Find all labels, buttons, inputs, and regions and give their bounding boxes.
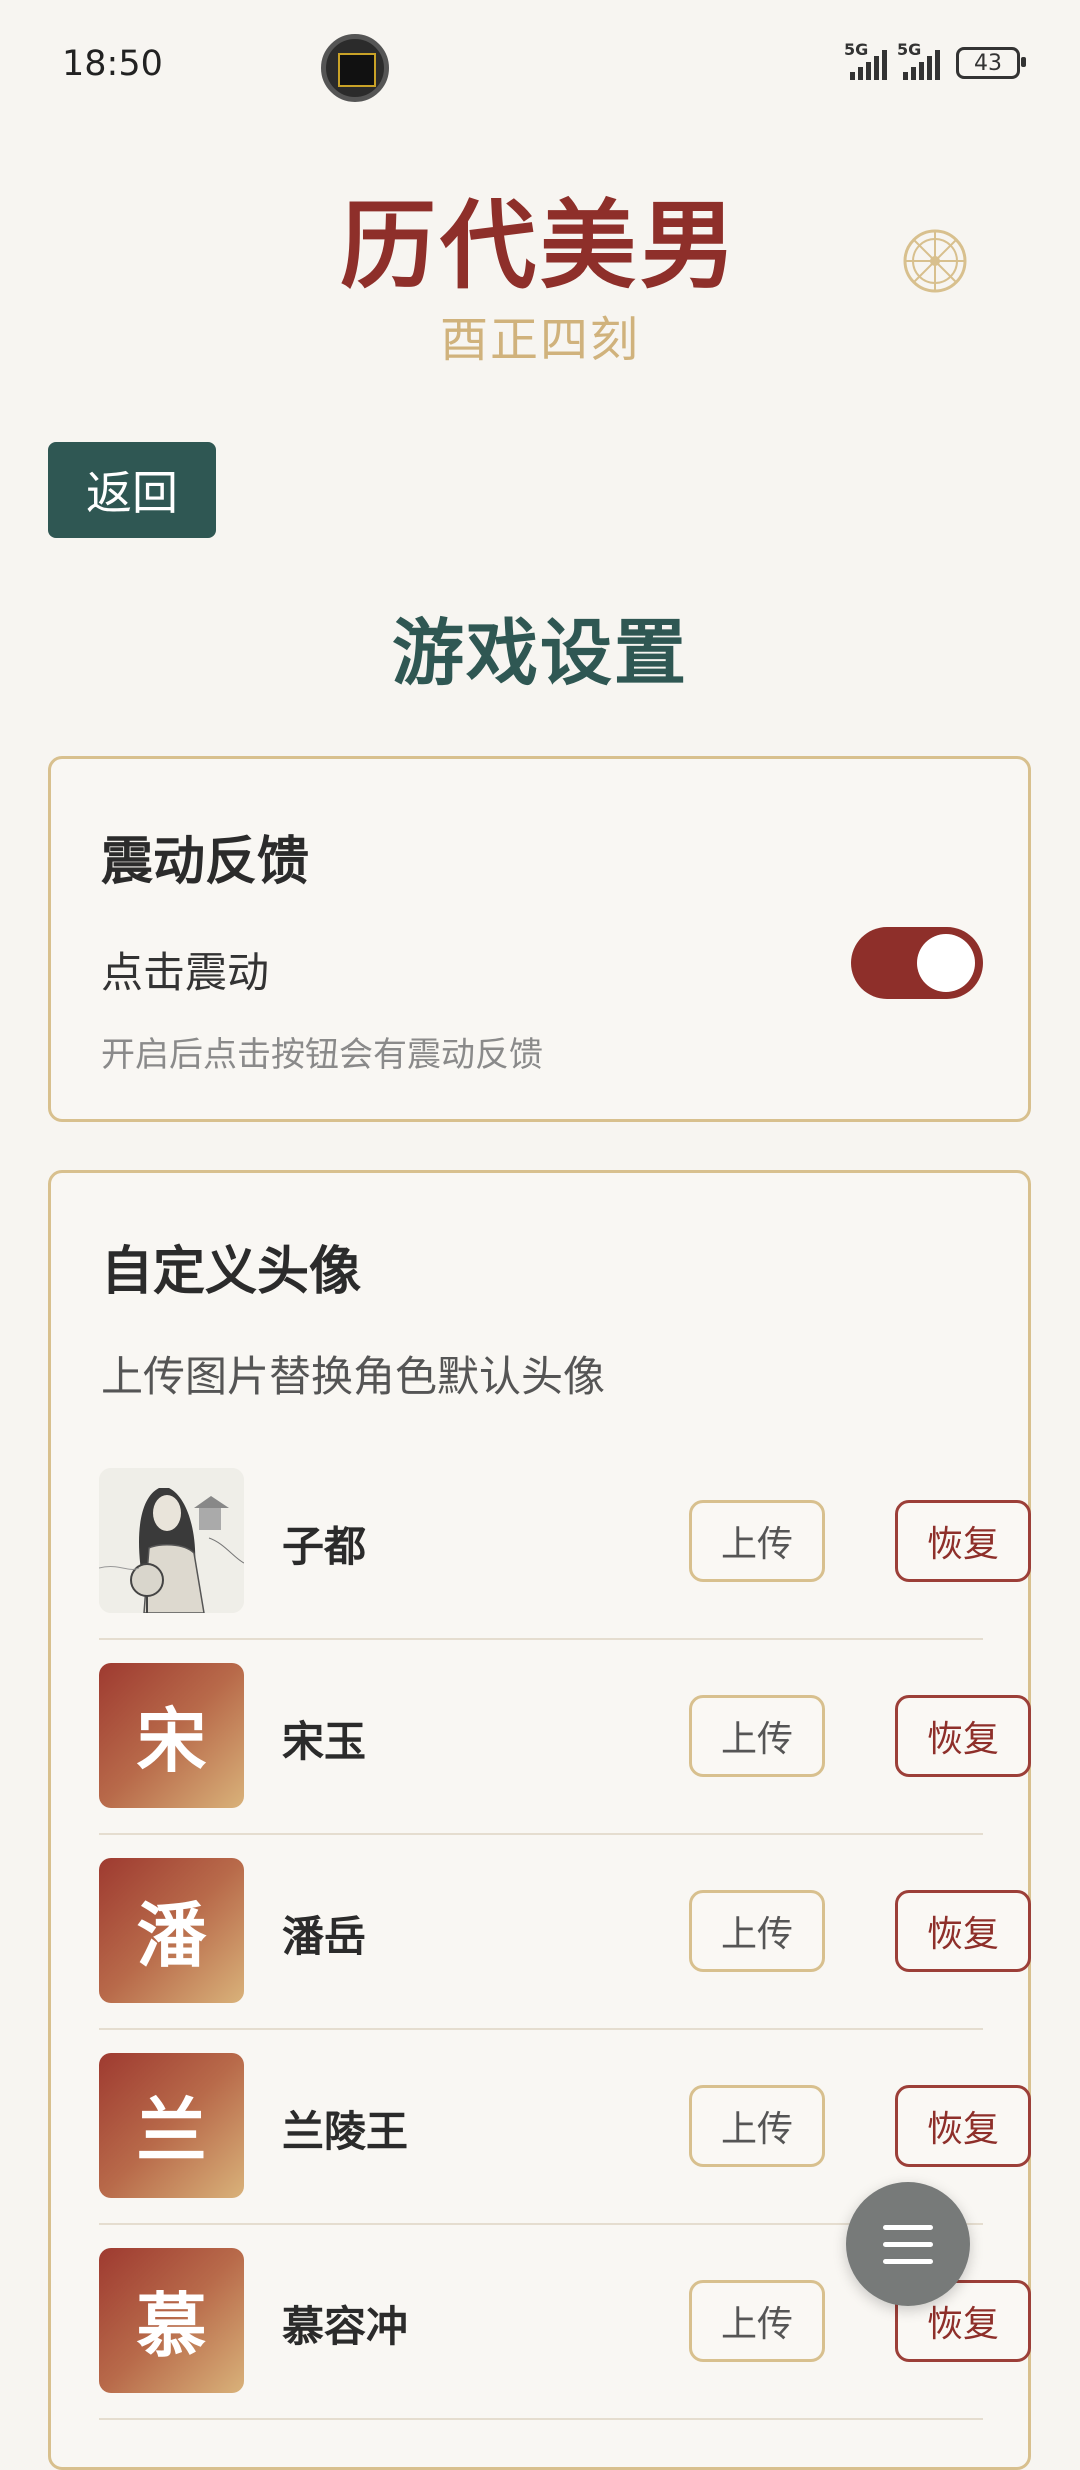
restore-button[interactable]: 恢复 xyxy=(895,2085,1031,2167)
vibration-label: 点击震动 xyxy=(101,948,270,997)
upload-button[interactable]: 上传 xyxy=(689,1890,825,1972)
signal-icon: 5G xyxy=(897,40,940,80)
character-name: 兰陵王 xyxy=(282,2107,409,2156)
character-name: 潘岳 xyxy=(282,1912,367,1961)
restore-button[interactable]: 恢复 xyxy=(895,1890,1031,1972)
dharma-wheel-icon[interactable] xyxy=(902,228,968,294)
toggle-knob xyxy=(917,934,975,992)
character-name: 子都 xyxy=(282,1522,367,1571)
card-description: 上传图片替换角色默认头像 xyxy=(101,1352,606,1401)
battery-icon: 43 xyxy=(956,47,1026,79)
card-title: 自定义头像 xyxy=(101,1241,362,1302)
menu-button[interactable] xyxy=(846,2182,970,2306)
time-subtitle: 酉正四刻 xyxy=(439,312,640,368)
avatar-initial: 宋 xyxy=(99,1663,244,1808)
vibration-toggle[interactable] xyxy=(851,927,983,999)
avatar-initial: 潘 xyxy=(99,1858,244,2003)
app-notification-icon xyxy=(321,34,389,102)
character-name: 慕容冲 xyxy=(282,2302,409,2351)
character-name: 宋玉 xyxy=(282,1717,367,1766)
upload-button[interactable]: 上传 xyxy=(689,1500,825,1582)
list-item: 子都 上传 恢复 xyxy=(99,1443,1031,1640)
list-item: 兰 兰陵王 上传 恢复 xyxy=(99,2028,1031,2225)
list-item: 宋 宋玉 上传 恢复 xyxy=(99,1638,1031,1835)
list-item: 潘 潘岳 上传 恢复 xyxy=(99,1833,1031,2030)
menu-icon xyxy=(883,2224,933,2230)
avatar-initial: 兰 xyxy=(99,2053,244,2198)
status-time: 18:50 xyxy=(62,44,163,84)
upload-button[interactable]: 上传 xyxy=(689,2280,825,2362)
back-button[interactable]: 返回 xyxy=(48,442,216,538)
avatar-image xyxy=(99,1468,244,1613)
page-title: 游戏设置 xyxy=(391,610,688,695)
vibration-settings-card: 震动反馈 点击震动 开启后点击按钮会有震动反馈 xyxy=(48,756,1031,1122)
restore-button[interactable]: 恢复 xyxy=(895,1500,1031,1582)
card-title: 震动反馈 xyxy=(101,831,310,892)
avatar-initial: 慕 xyxy=(99,2248,244,2393)
vibration-hint: 开启后点击按钮会有震动反馈 xyxy=(101,1035,543,1075)
status-icons: 5G 5G 43 xyxy=(844,40,1026,80)
restore-button[interactable]: 恢复 xyxy=(895,1695,1031,1777)
upload-button[interactable]: 上传 xyxy=(689,1695,825,1777)
signal-icon: 5G xyxy=(844,40,887,80)
upload-button[interactable]: 上传 xyxy=(689,2085,825,2167)
